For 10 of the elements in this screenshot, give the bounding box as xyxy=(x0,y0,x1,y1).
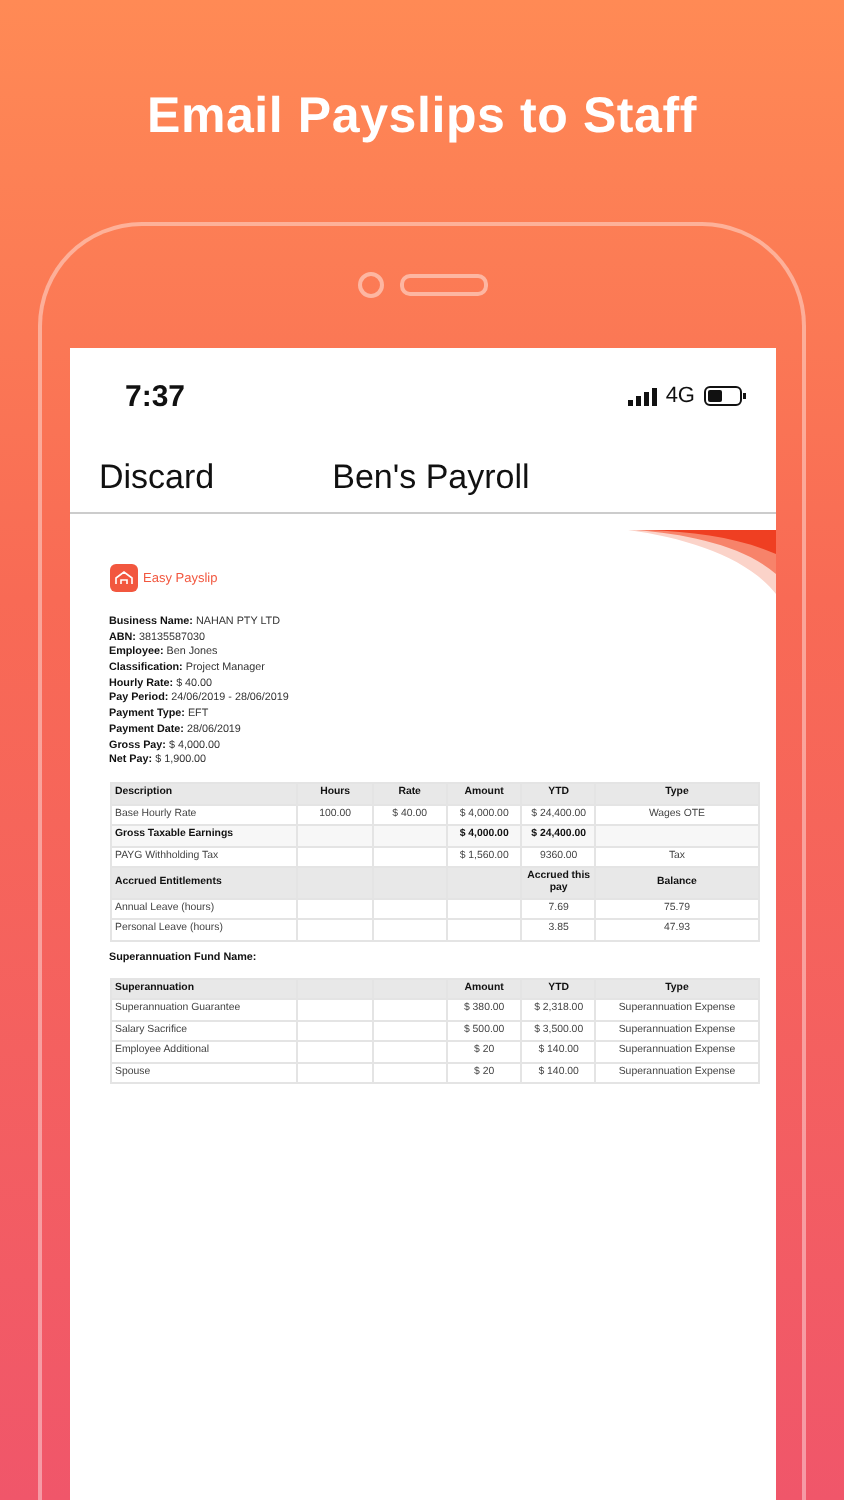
nav-title: Ben's Payroll xyxy=(332,458,530,498)
camera-icon xyxy=(357,271,383,297)
discard-button[interactable]: Discard xyxy=(99,458,215,498)
headline: Email Payslips to Staff xyxy=(146,88,698,146)
network-label: 4G xyxy=(665,384,695,408)
battery-icon xyxy=(703,386,747,406)
signal-icon xyxy=(627,387,658,405)
logo-icon xyxy=(109,564,137,592)
speaker-icon xyxy=(399,273,487,295)
status-time: 7:37 xyxy=(125,379,186,413)
